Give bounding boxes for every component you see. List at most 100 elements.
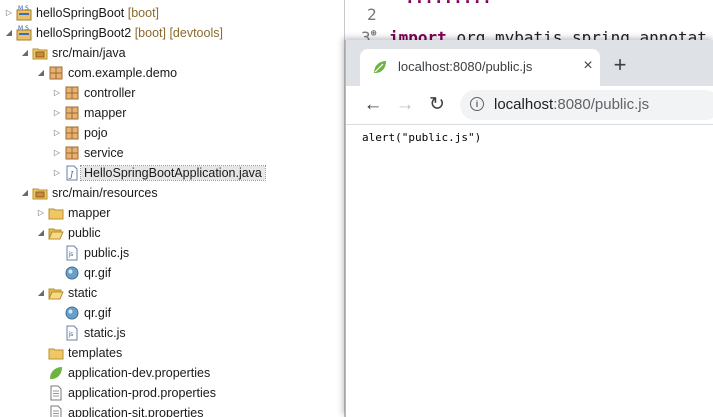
properties-file-icon	[48, 405, 64, 417]
address-bar[interactable]: i localhost:8080/public.js	[460, 90, 713, 120]
expand-arrow-icon[interactable]: ◢	[20, 43, 30, 63]
tree-item-label: src/main/java	[52, 46, 126, 60]
svg-text:M: M	[18, 25, 23, 32]
tree-item-label: templates	[68, 346, 123, 360]
expand-arrow-icon[interactable]: ◢	[36, 223, 46, 243]
collapse-arrow-icon[interactable]: ▷	[52, 103, 62, 123]
tree-item[interactable]: ▷ mapper	[0, 203, 344, 223]
tree-item-label: service	[84, 146, 124, 160]
boot-project-icon: MS	[16, 5, 32, 21]
tree-item[interactable]: ▷ pojo	[0, 123, 344, 143]
tree-item-label: static.js	[84, 326, 126, 340]
tree-item-label: public.js	[84, 246, 130, 260]
svg-text:M: M	[18, 5, 23, 12]
tab-strip: localhost:8080/public.js × +	[346, 40, 713, 86]
tree-item[interactable]: ◢ src/main/java	[0, 43, 344, 63]
tree-item[interactable]: application-dev.properties	[0, 363, 344, 383]
tree-item-text: controller	[84, 83, 135, 103]
tree-item[interactable]: application-prod.properties	[0, 383, 344, 403]
tree-item-label: qr.gif	[84, 266, 112, 280]
tree-item-label: pojo	[84, 126, 108, 140]
collapse-arrow-icon[interactable]: ▷	[52, 83, 62, 103]
js-file-icon: js	[64, 325, 80, 341]
tree-item[interactable]: js static.js	[0, 323, 344, 343]
expand-arrow-icon[interactable]: ◢	[20, 183, 30, 203]
fold-icon[interactable]: ⊕	[371, 28, 377, 39]
tree-item[interactable]: ▷ service	[0, 143, 344, 163]
tree-item-decoration: [boot]	[124, 6, 160, 20]
folder-icon	[48, 205, 64, 221]
tree-item-text: pojo	[84, 123, 108, 143]
collapse-arrow-icon[interactable]: ▷	[52, 143, 62, 163]
tree-item-text: templates	[68, 343, 122, 363]
close-tab-icon[interactable]: ×	[578, 56, 598, 76]
image-file-icon	[64, 265, 80, 281]
tree-item-text: application-prod.properties	[68, 383, 216, 403]
code-line-1-fragment: .........	[405, 0, 492, 7]
expand-arrow-icon[interactable]: ◢	[4, 23, 14, 43]
new-tab-button[interactable]: +	[608, 54, 632, 78]
java-file-icon: J	[64, 165, 80, 181]
tree-item-text: qr.gif	[84, 263, 111, 283]
collapse-arrow-icon[interactable]: ▷	[36, 203, 46, 223]
line-number-2: 2	[367, 5, 377, 24]
svg-text:S: S	[25, 5, 29, 12]
collapse-arrow-icon[interactable]: ▷	[4, 3, 14, 23]
url-path: :8080/public.js	[553, 96, 650, 113]
tree-item-text: qr.gif	[84, 303, 111, 323]
tree-item-label: mapper	[68, 206, 111, 220]
tree-item-decoration: [boot] [devtools]	[131, 26, 223, 40]
collapse-arrow-icon[interactable]: ▷	[52, 123, 62, 143]
tree-item-text: src/main/java	[52, 43, 126, 63]
page-source-text: alert("public.js")	[362, 131, 482, 144]
tree-item[interactable]: qr.gif	[0, 303, 344, 323]
tree-item-label: application-prod.properties	[68, 386, 217, 400]
boot-project-icon: MS	[16, 25, 32, 41]
tree-item-label: helloSpringBoot	[36, 6, 125, 20]
tree-item-label: qr.gif	[84, 306, 112, 320]
expand-arrow-icon[interactable]: ◢	[36, 283, 46, 303]
tree-item-label: application-sit.properties	[68, 406, 204, 417]
reload-button[interactable]: ↻	[426, 94, 448, 116]
tree-item-text: HelloSpringBootApplication.java	[80, 163, 266, 183]
tree-item[interactable]: ▷ controller	[0, 83, 344, 103]
tree-item[interactable]: ▷ mapper	[0, 103, 344, 123]
tree-item-label: static	[68, 286, 98, 300]
properties-file-icon	[48, 385, 64, 401]
tree-item-label: mapper	[84, 106, 127, 120]
tree-item-text: mapper	[68, 203, 110, 223]
tree-item-label: src/main/resources	[52, 186, 158, 200]
tree-item[interactable]: ◢ static	[0, 283, 344, 303]
tree-item[interactable]: application-sit.properties	[0, 403, 344, 417]
package-icon	[64, 85, 80, 101]
back-button[interactable]: ←	[362, 94, 384, 116]
folder-open-icon	[48, 285, 64, 301]
package-icon	[64, 125, 80, 141]
expand-arrow-icon[interactable]: ◢	[36, 63, 46, 83]
tree-item-text: mapper	[84, 103, 126, 123]
browser-tab[interactable]: localhost:8080/public.js ×	[360, 49, 600, 86]
tree-item[interactable]: ◢ com.example.demo	[0, 63, 344, 83]
tree-item[interactable]: qr.gif	[0, 263, 344, 283]
source-folder-icon	[32, 45, 48, 61]
tree-item-label: application-dev.properties	[68, 366, 211, 380]
source-folder-icon	[32, 185, 48, 201]
browser-window: localhost:8080/public.js × + ← → ↻ i loc…	[345, 40, 713, 417]
tree-item-label: helloSpringBoot2	[36, 26, 132, 40]
tree-item[interactable]: ◢ public	[0, 223, 344, 243]
collapse-arrow-icon[interactable]: ▷	[52, 163, 62, 183]
tree-item-text: com.example.demo	[68, 63, 177, 83]
tree-item-label: public	[68, 226, 101, 240]
tree-item[interactable]: templates	[0, 343, 344, 363]
tree-item[interactable]: ◢ M S helloSpringBoot2 [boot] [devtools]	[0, 23, 344, 43]
folder-open-icon	[48, 225, 64, 241]
tree-item[interactable]: ▷ J HelloSpringBootApplication.java	[0, 163, 344, 183]
site-info-icon[interactable]: i	[470, 97, 484, 111]
tree-item[interactable]: js public.js	[0, 243, 344, 263]
tree-item[interactable]: ▷ M ShelloSpringBoot [boot]	[0, 3, 344, 23]
tree-item-text: src/main/resources	[52, 183, 158, 203]
tree-item[interactable]: ◢ src/main/resources	[0, 183, 344, 203]
tab-title: localhost:8080/public.js	[398, 59, 533, 74]
forward-button[interactable]: →	[394, 94, 416, 116]
tree-item-text: helloSpringBoot [boot]	[36, 3, 159, 23]
